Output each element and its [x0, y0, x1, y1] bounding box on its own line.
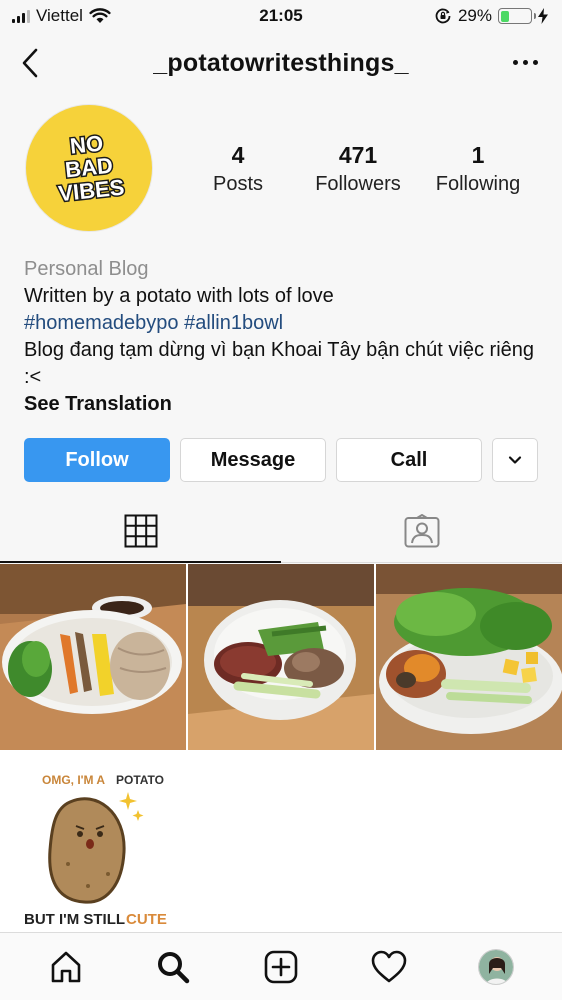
bottom-navigation [0, 932, 562, 1000]
search-icon [158, 951, 190, 983]
tab-grid[interactable] [0, 500, 281, 563]
noodle-bowl-image [0, 564, 186, 750]
battery-percent: 29% [457, 6, 492, 25]
signal-icon [12, 9, 30, 23]
profile-bio: Personal Blog Written by a potato with l… [24, 256, 544, 418]
post-thumbnail[interactable] [0, 564, 186, 750]
tagged-icon [404, 514, 439, 548]
activity-heart-icon [371, 950, 406, 982]
back-button[interactable] [18, 46, 48, 80]
user-photo-icon [479, 949, 514, 984]
battery-level [500, 10, 509, 22]
hashtag-link[interactable]: #homemadebypo [24, 312, 179, 334]
battery-icon [498, 8, 536, 24]
profile-avatar[interactable]: NO BAD VIBES [25, 104, 153, 232]
suggested-accounts-button[interactable] [492, 438, 538, 482]
chevron-down-icon [508, 456, 522, 464]
cute-potato-image: OMG, I'M A POTATO BUT I'M STILL CUTE [24, 773, 167, 928]
charging-icon [538, 8, 548, 24]
post-thumbnail[interactable] [188, 564, 374, 750]
home-icon [51, 951, 81, 982]
orientation-lock-icon [435, 8, 451, 24]
profile-stats: 4 Posts 471 Followers 1 Following [178, 140, 538, 197]
follow-button[interactable]: Follow [24, 438, 170, 482]
stat-followers[interactable]: 471 Followers [298, 140, 418, 197]
posts-count: 4 [231, 142, 245, 168]
see-translation-link[interactable]: See Translation [24, 391, 544, 418]
hashtag-link[interactable]: #allin1bowl [184, 312, 283, 334]
grid-icon [124, 514, 157, 548]
followers-label: Followers [315, 173, 401, 195]
followers-count: 471 [338, 142, 378, 168]
potato-caption-top-highlight: POTATO [116, 773, 164, 787]
salad-bowl-image [376, 564, 562, 750]
post-thumbnail[interactable] [376, 564, 562, 750]
status-right: 29% [434, 6, 548, 26]
nav-home[interactable] [42, 943, 90, 991]
nav-activity[interactable] [365, 943, 413, 991]
bio-hashtags: #homemadebypo #allin1bowl [24, 310, 544, 337]
posts-label: Posts [212, 173, 264, 195]
post-thumbnail[interactable]: OMG, I'M A POTATO BUT I'M STILL CUTE [0, 752, 186, 932]
tab-tagged[interactable] [281, 500, 562, 562]
bio-category: Personal Blog [24, 258, 149, 280]
following-label: Following [435, 173, 521, 195]
profile-actions: Follow Message Call [24, 438, 538, 482]
stat-following[interactable]: 1 Following [418, 140, 538, 197]
new-post-icon [264, 950, 298, 983]
bio-line: Written by a potato with lots of love [24, 285, 334, 307]
following-count: 1 [471, 142, 485, 168]
post-grid: OMG, I'M A POTATO BUT I'M STILL CUTE [0, 564, 562, 932]
profile-header: _potatowritesthings_ [0, 32, 562, 94]
profile-avatar [478, 948, 515, 985]
potato-caption-bottom-highlight: CUTE [126, 911, 167, 928]
carrier-name: Viettel [36, 6, 83, 25]
stat-posts[interactable]: 4 Posts [178, 140, 298, 197]
potato-caption-top: OMG, I'M A [42, 773, 105, 787]
profile-tabs [0, 500, 562, 563]
status-left: Viettel [12, 6, 111, 26]
nav-profile[interactable] [472, 943, 520, 991]
call-button[interactable]: Call [336, 438, 482, 482]
wifi-icon [89, 8, 111, 23]
rice-bowl-image [188, 564, 374, 750]
nav-new-post[interactable] [257, 943, 305, 991]
no-bad-vibes-logo: NO BAD VIBES [56, 129, 127, 208]
nav-search[interactable] [149, 943, 197, 991]
profile-username: _potatowritesthings_ [153, 48, 409, 77]
potato-caption-bottom: BUT I'M STILL [24, 911, 125, 928]
more-options-icon [513, 60, 538, 65]
more-options-button[interactable] [509, 56, 542, 69]
bio-line: Blog đang tạm dừng vì bạn Khoai Tây bận … [24, 339, 535, 388]
status-bar: Viettel 21:05 29% [0, 0, 562, 32]
message-button[interactable]: Message [180, 438, 326, 482]
back-chevron-icon [22, 48, 38, 78]
